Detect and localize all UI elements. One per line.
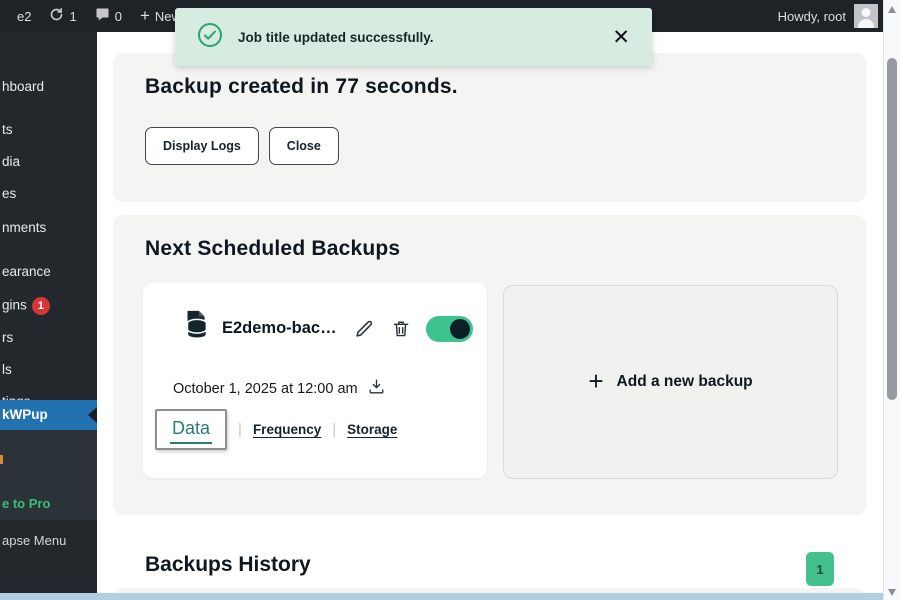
backup-result-card: Backup created in 77 seconds. Display Lo… (113, 53, 866, 202)
submenu-marker (0, 455, 3, 464)
job-tabs: Data | Frequency | Storage (155, 409, 397, 450)
updates-link[interactable]: 1 (40, 0, 85, 32)
edit-job-icon[interactable] (353, 318, 375, 340)
tab-frequency[interactable]: Frequency (253, 422, 321, 437)
howdy-label[interactable]: Howdy, root (778, 9, 846, 24)
scroll-up-arrow[interactable] (888, 6, 896, 13)
site-name-link[interactable]: e2 (8, 0, 40, 32)
backup-job-header: E2demo-bac… (179, 309, 473, 348)
add-new-backup-label: Add a new backup (617, 373, 753, 391)
tab-separator: | (332, 421, 336, 438)
toggle-knob (450, 319, 470, 339)
backwpup-label: kWPup (2, 407, 48, 422)
tab-storage[interactable]: Storage (347, 422, 397, 437)
active-menu-arrow (88, 407, 97, 423)
toast-message: Job title updated successfully. (238, 30, 434, 45)
sidebar-item-users[interactable]: rs (2, 330, 13, 345)
sidebar-item-collapse-menu[interactable]: apse Menu (2, 533, 66, 548)
sidebar-item-posts[interactable]: ts (2, 122, 13, 137)
sidebar-item-backwpup[interactable]: kWPup (0, 400, 97, 430)
check-circle-icon (197, 22, 223, 53)
backup-job-name: E2demo-bac… (222, 319, 337, 338)
sidebar-item-comments[interactable]: nments (2, 220, 46, 235)
admin-bar-left: e2 1 0 + New (0, 0, 190, 32)
history-count-badge: 1 (806, 552, 834, 586)
tab-data-label: Data (170, 418, 212, 444)
sidebar-item-media[interactable]: dia (2, 154, 20, 169)
success-toast: Job title updated successfully. ✕ (175, 8, 652, 66)
backup-result-actions: Display Logs Close (145, 127, 339, 165)
job-enabled-toggle[interactable] (426, 316, 473, 342)
plus-icon: + (140, 7, 150, 24)
comments-count: 0 (115, 9, 122, 24)
next-scheduled-title: Next Scheduled Backups (145, 237, 400, 261)
plus-icon: + (588, 368, 603, 394)
backup-file-icon (179, 309, 213, 348)
avatar-torso (858, 19, 874, 28)
next-run-row: October 1, 2025 at 12:00 am (173, 377, 386, 400)
add-new-backup-button[interactable]: + Add a new backup (503, 285, 838, 479)
plugins-update-badge: 1 (32, 297, 50, 315)
page-scrollbar[interactable] (883, 0, 900, 600)
admin-bar-right: Howdy, root (778, 4, 900, 28)
sidebar-item-pages[interactable]: es (2, 186, 16, 201)
next-scheduled-card: Next Scheduled Backups E2demo-bac… (113, 215, 866, 515)
sidebar-item-tools[interactable]: ls (2, 362, 12, 377)
backup-result-title: Backup created in 77 seconds. (145, 75, 458, 99)
sidebar-item-upgrade-to-pro[interactable]: e to Pro (2, 496, 50, 511)
backups-history-title: Backups History (145, 553, 311, 577)
tab-separator: | (238, 421, 242, 438)
user-avatar[interactable] (854, 4, 878, 28)
close-button[interactable]: Close (269, 127, 339, 165)
comment-bubble-icon (95, 7, 110, 25)
backup-job-card: E2demo-bac… October 1, 2025 at 12:00 am (143, 283, 487, 478)
close-icon[interactable]: ✕ (612, 27, 630, 48)
wp-admin-menu: hboard ts dia es nments earance gins 1 rs… (0, 32, 97, 593)
scrollbar-thumb[interactable] (887, 58, 897, 400)
next-run-date: October 1, 2025 at 12:00 am (173, 381, 358, 397)
sidebar-item-plugins[interactable]: gins 1 (2, 297, 50, 315)
tab-data[interactable]: Data (155, 409, 227, 450)
main-content: Backup created in 77 seconds. Display Lo… (97, 32, 883, 600)
scroll-down-arrow[interactable] (888, 589, 896, 596)
avatar-head (862, 8, 871, 17)
plugins-label: gins (2, 298, 27, 313)
updates-icon (49, 7, 64, 25)
window-bottom-edge (0, 593, 883, 600)
site-name-label: e2 (17, 9, 31, 24)
sidebar-item-dashboard[interactable]: hboard (2, 79, 44, 94)
download-icon[interactable] (367, 377, 386, 400)
display-logs-button[interactable]: Display Logs (145, 127, 259, 165)
comments-link[interactable]: 0 (86, 0, 131, 32)
sidebar-item-appearance[interactable]: earance (2, 264, 51, 279)
delete-job-icon[interactable] (391, 318, 411, 339)
updates-count: 1 (69, 9, 76, 24)
